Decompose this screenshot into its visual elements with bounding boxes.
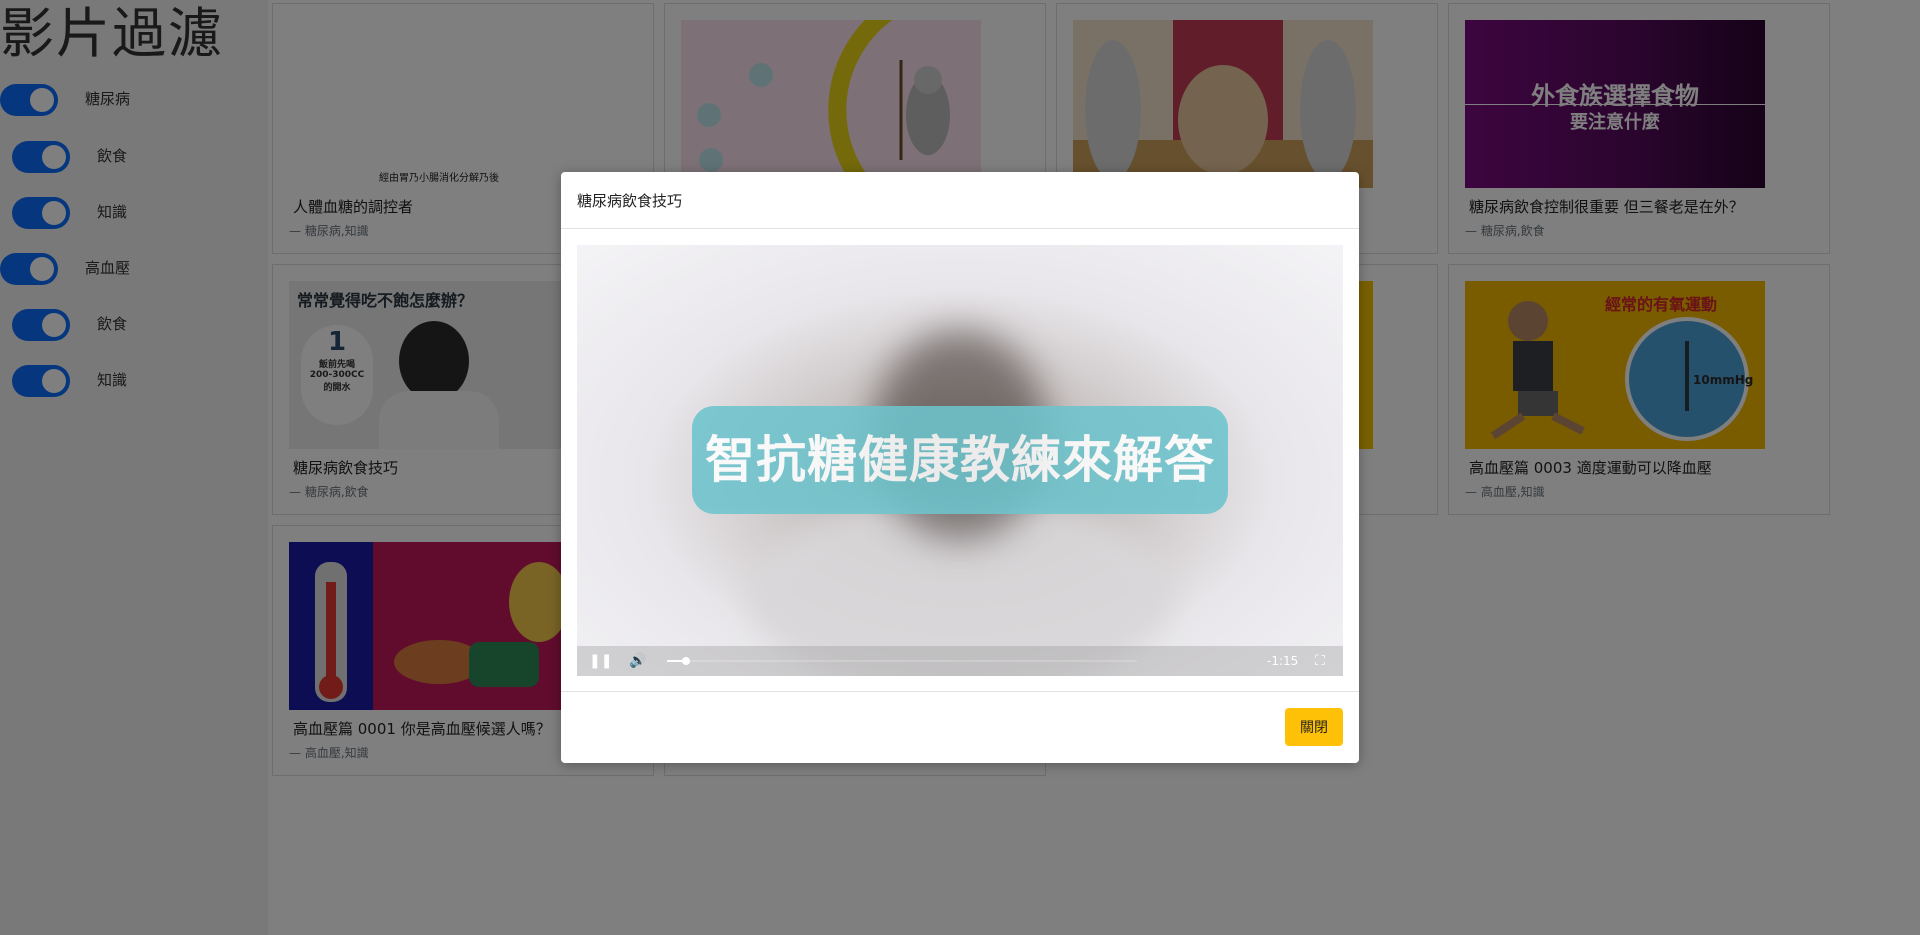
volume-icon[interactable]: 🔊 (629, 653, 646, 669)
video-caption: 智抗糖健康教練來解答 (692, 406, 1228, 514)
video-player[interactable]: 智抗糖健康教練來解答 ❚❚ 🔊 -1:15 ⛶ (577, 245, 1343, 676)
progress-knob[interactable] (681, 657, 690, 665)
modal-footer: 關閉 (561, 691, 1359, 764)
fullscreen-icon[interactable]: ⛶ (1315, 653, 1325, 669)
video-modal: 糖尿病飲食技巧 智抗糖健康教練來解答 ❚❚ 🔊 -1:15 ⛶ 關閉 (561, 172, 1359, 763)
pause-icon[interactable]: ❚❚ (589, 653, 612, 669)
modal-header: 糖尿病飲食技巧 (561, 172, 1359, 229)
close-button[interactable]: 關閉 (1285, 708, 1343, 746)
modal-title: 糖尿病飲食技巧 (577, 192, 683, 210)
video-controls: ❚❚ 🔊 -1:15 ⛶ (577, 646, 1343, 676)
time-remaining: -1:15 (1267, 654, 1299, 668)
progress-bar[interactable] (667, 657, 1137, 665)
